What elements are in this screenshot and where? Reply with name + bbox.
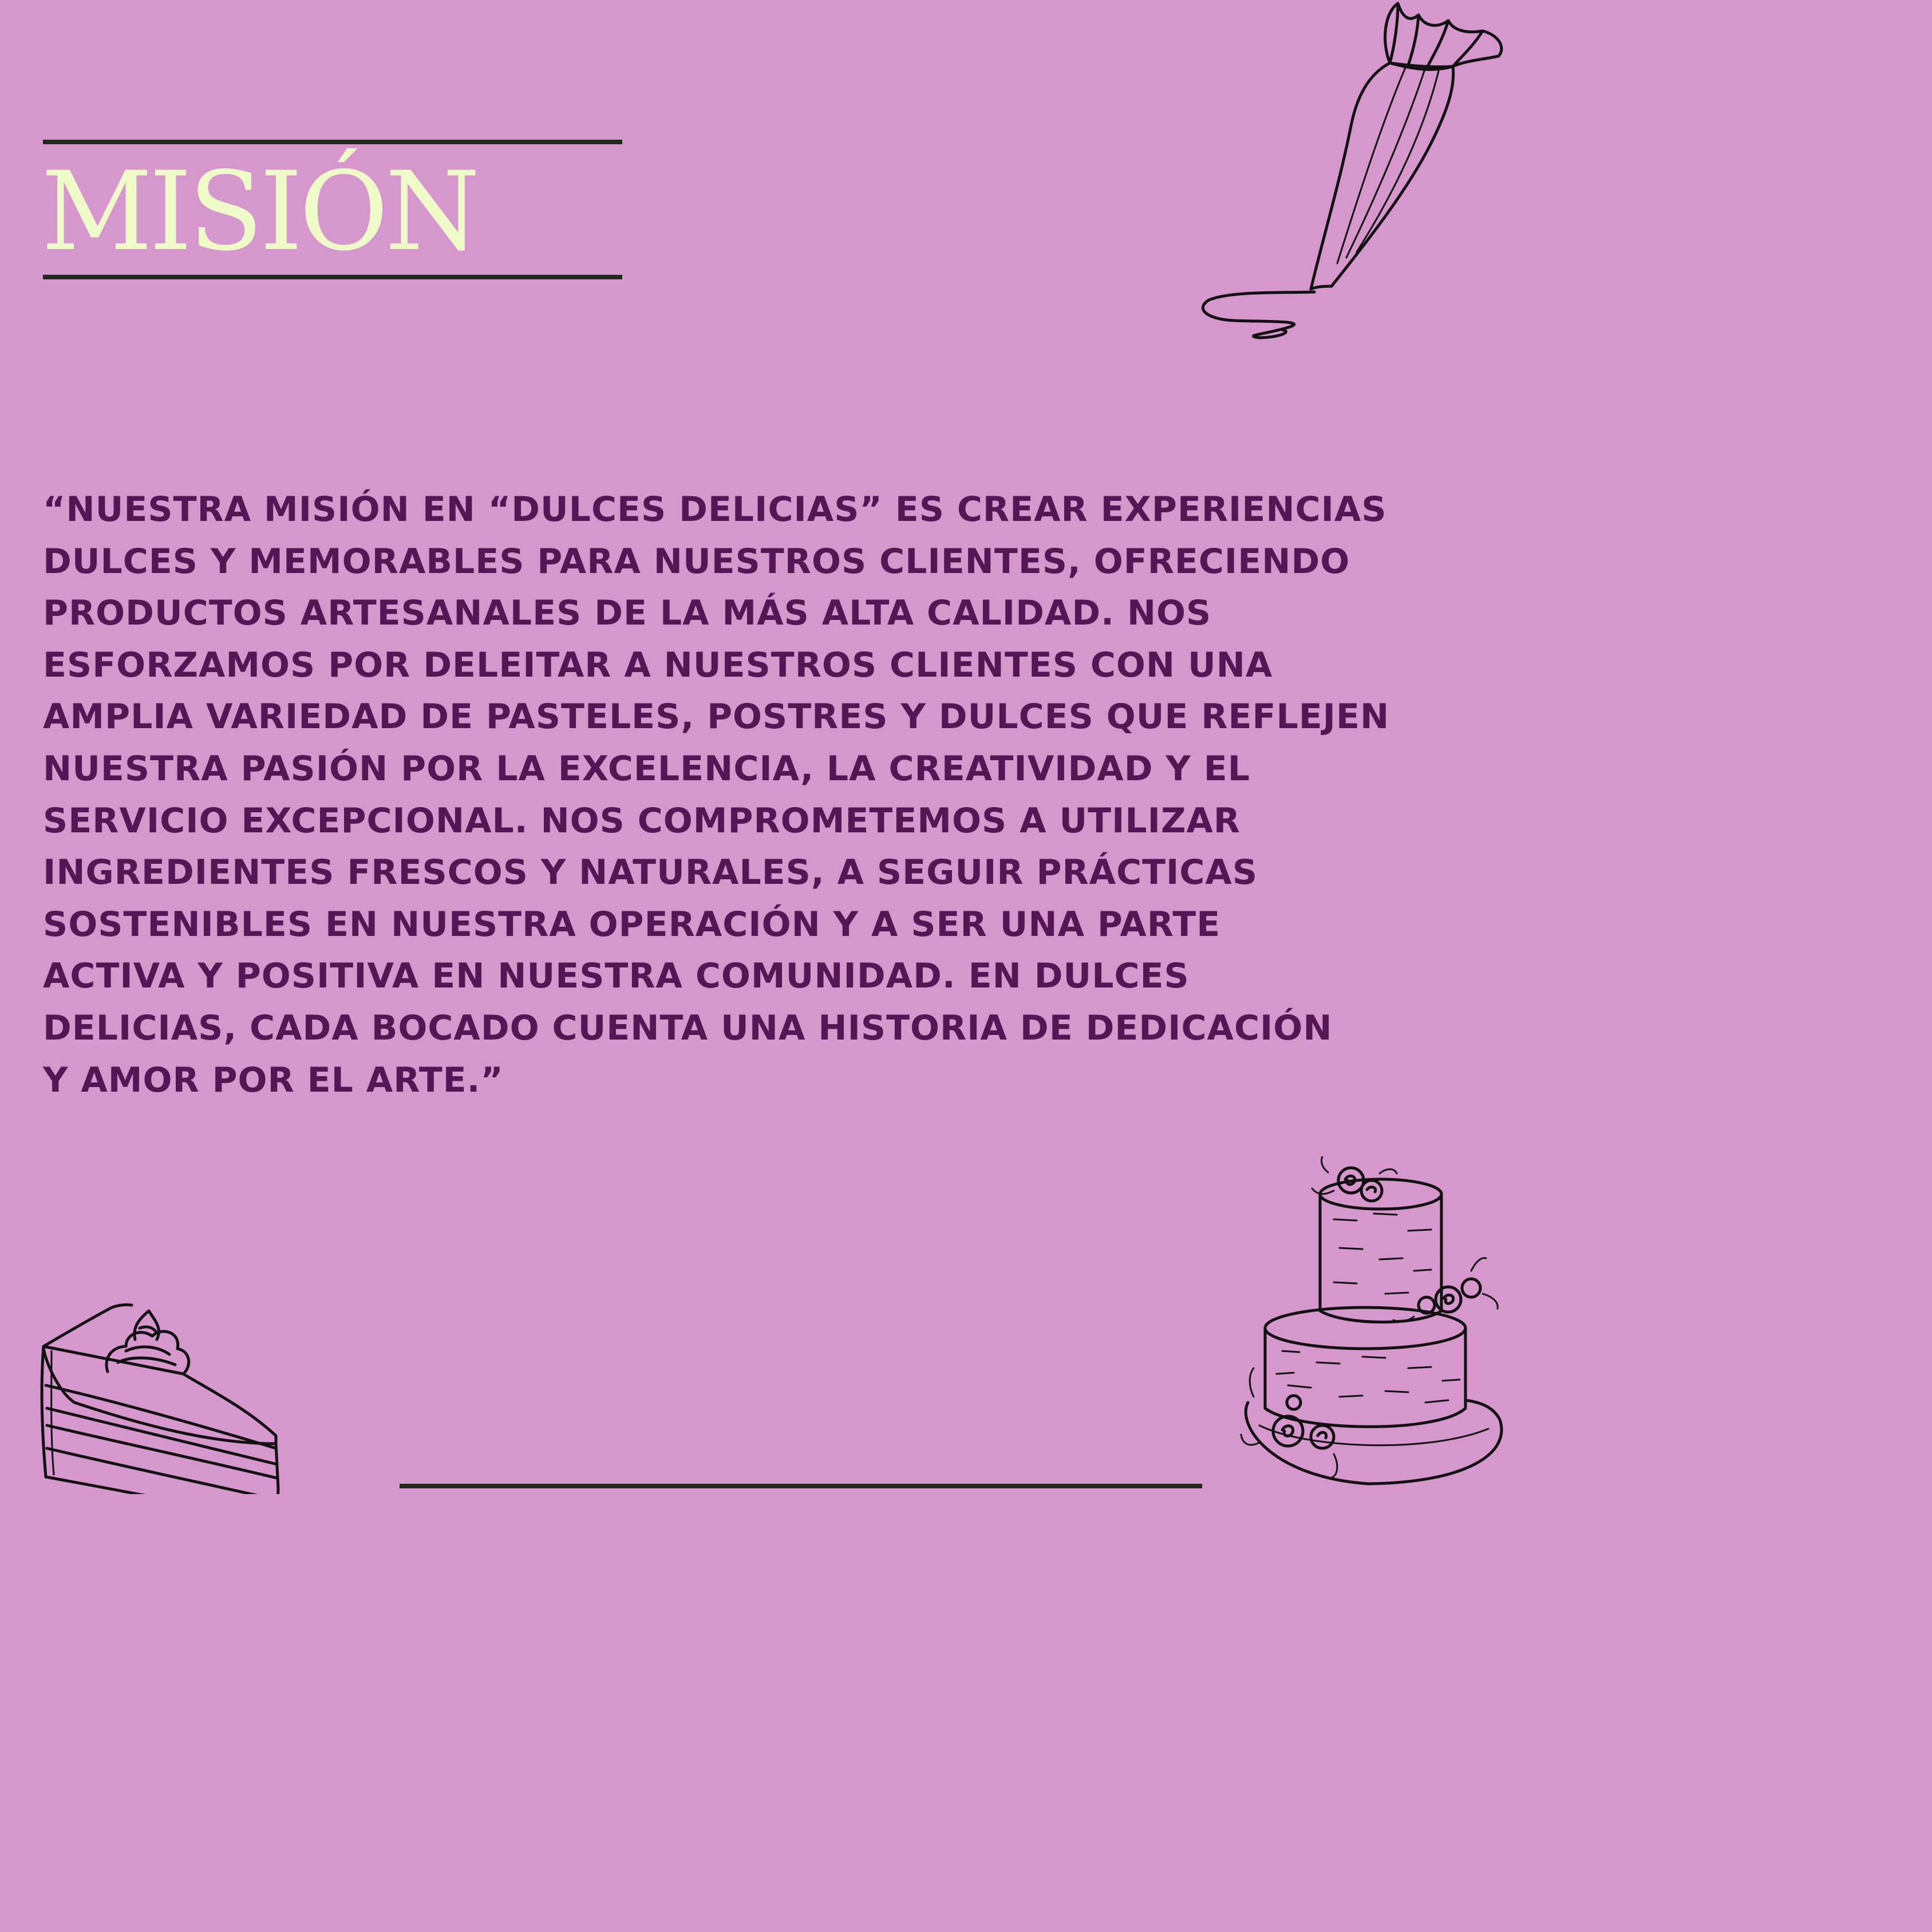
mission-line: “Nuestra Misión en “Dulces Delicias” es … [43,489,1387,530]
mission-page: MISIÓN “Nuestra Misión en “Dulces Delici… [0,0,1932,1932]
mission-line: nuestra pasión por la excelencia, la cre… [43,748,1250,789]
mission-statement: “Nuestra Misión en “Dulces Delicias” es … [43,484,1390,1106]
cake-slice-icon [40,1219,286,1494]
page-title: MISIÓN [41,148,480,275]
mission-line: dulces y memorables para nuestros client… [43,541,1350,582]
tiered-cake-icon [1236,1156,1511,1488]
mission-line: ingredientes frescos y naturales, a segu… [43,852,1258,893]
mission-line: productos artesanales de la más alta cal… [43,593,1212,634]
title-divider [43,275,622,279]
bottom-divider [400,1484,1202,1488]
top-divider [43,140,622,144]
piping-bag-icon [1196,0,1517,343]
mission-line: y amor por el arte.” [43,1060,504,1100]
mission-line: Delicias, cada bocado cuenta una histori… [43,1008,1333,1048]
mission-line: servicio excepcional. Nos comprometemos … [43,800,1241,841]
mission-line: esforzamos por deleitar a nuestros clien… [43,645,1273,685]
mission-line: amplia variedad de pasteles, postres y d… [43,697,1390,737]
mission-line: activa y positiva en nuestra comunidad. … [43,956,1190,997]
mission-line: sostenibles en nuestra operación y a ser… [43,904,1221,945]
